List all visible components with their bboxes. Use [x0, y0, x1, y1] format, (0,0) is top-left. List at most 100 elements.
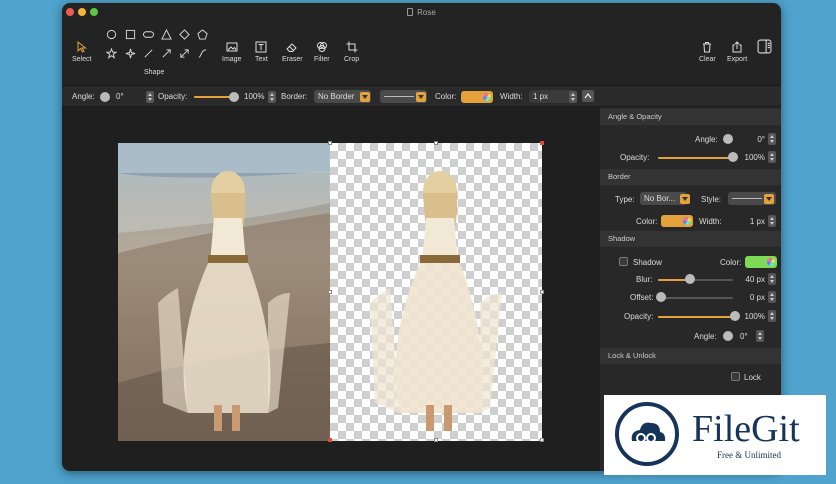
title-bar: Rose	[62, 3, 781, 21]
original-photo[interactable]	[118, 143, 330, 441]
resize-handle-left[interactable]	[328, 290, 332, 294]
panel-angle-dial[interactable]	[723, 134, 733, 144]
shadow-angle-stepper[interactable]	[756, 330, 764, 342]
blur-label: Blur:	[636, 275, 653, 284]
shadow-label: Shadow	[633, 258, 662, 267]
line-shape-icon[interactable]	[143, 48, 154, 59]
shadow-checkbox[interactable]	[619, 257, 628, 266]
angle-dial[interactable]	[100, 92, 110, 102]
angle-stepper[interactable]	[146, 91, 154, 103]
border-label: Border:	[281, 92, 308, 101]
offset-slider-knob[interactable]	[656, 292, 666, 302]
window-controls	[66, 8, 98, 16]
image-tool-button[interactable]: Image	[222, 41, 241, 63]
eraser-tool-button[interactable]: Eraser	[282, 41, 303, 63]
blur-stepper[interactable]	[768, 273, 776, 285]
resize-handle-bottom-right[interactable]	[540, 438, 544, 442]
crop-tool-button[interactable]: Crop	[344, 41, 359, 63]
border-section-header: Border	[600, 169, 781, 185]
shadow-color-label: Color:	[720, 258, 742, 267]
zoom-window-button[interactable]	[90, 8, 98, 16]
image-tool-label: Image	[222, 56, 242, 63]
blur-slider-knob[interactable]	[685, 274, 695, 284]
select-tool-button[interactable]: Select	[72, 41, 91, 63]
shadow-opacity-stepper[interactable]	[768, 310, 776, 322]
filegit-logo-icon	[615, 402, 679, 466]
color-picker-icon[interactable]	[483, 93, 491, 101]
pentagon-shape-icon[interactable]	[197, 29, 208, 40]
close-window-button[interactable]	[66, 8, 74, 16]
border-width-stepper[interactable]	[569, 91, 577, 103]
text-tool-label: Text	[255, 56, 268, 63]
panel-angle-label: Angle:	[695, 135, 718, 144]
canvas[interactable]	[62, 107, 600, 471]
resize-handle-top-right[interactable]	[540, 141, 544, 145]
shadow-opacity-field[interactable]: 100%	[735, 312, 765, 321]
export-button[interactable]: Export	[727, 41, 747, 63]
panel-border-width-field[interactable]: 1 px	[728, 217, 765, 226]
export-label: Export	[727, 56, 748, 63]
curve-shape-icon[interactable]	[197, 48, 208, 59]
minimize-window-button[interactable]	[78, 8, 86, 16]
panel-border-style-chevron-icon[interactable]	[764, 194, 774, 204]
blur-field[interactable]: 40 px	[735, 275, 765, 284]
text-tool-button[interactable]: Text	[255, 41, 268, 63]
filter-tool-button[interactable]: Filter	[314, 41, 330, 63]
opacity-field[interactable]: 100%	[240, 90, 266, 103]
eraser-tool-label: Eraser	[282, 56, 303, 63]
circle-shape-icon[interactable]	[106, 29, 117, 40]
border-select-chevron-icon[interactable]	[360, 92, 370, 102]
opacity-stepper[interactable]	[268, 91, 276, 103]
shadow-angle-field[interactable]: 0°	[740, 332, 748, 341]
clear-button[interactable]: Clear	[699, 41, 716, 63]
angle-field[interactable]: 0°	[112, 90, 144, 103]
panel-opacity-knob[interactable]	[728, 152, 738, 162]
shadow-angle-dial[interactable]	[723, 331, 733, 341]
line-style-preview	[384, 96, 414, 97]
panel-angle-field[interactable]: 0°	[740, 135, 765, 144]
resize-handle-top[interactable]	[434, 141, 438, 145]
offset-label: Offset:	[630, 293, 654, 302]
resize-handle-bottom[interactable]	[434, 438, 438, 442]
offset-stepper[interactable]	[768, 291, 776, 303]
lock-label: Lock	[744, 373, 761, 382]
border-type-chevron-icon[interactable]	[680, 194, 690, 204]
offset-field[interactable]: 0 px	[735, 293, 765, 302]
cursor-arrow-icon	[77, 41, 87, 53]
filter-icon	[316, 42, 327, 52]
resize-handle-right[interactable]	[540, 290, 544, 294]
panel-opacity-stepper[interactable]	[768, 151, 776, 163]
shadow-color-picker-icon[interactable]	[767, 258, 775, 266]
sparkle-shape-icon[interactable]	[125, 48, 136, 59]
properties-bar: Angle: 0° Opacity: 100% Border: No Borde…	[62, 85, 781, 107]
panel-line-style-preview	[732, 198, 762, 199]
panel-opacity-field[interactable]: 100%	[740, 153, 765, 162]
triangle-shape-icon[interactable]	[161, 29, 172, 40]
panel-color-picker-icon[interactable]	[683, 217, 691, 225]
border-color-label: Color:	[435, 92, 457, 101]
resize-handle-bottom-left[interactable]	[328, 438, 332, 442]
opacity-slider-fill	[194, 96, 234, 98]
arrow-shape-icon[interactable]	[161, 48, 172, 59]
blur-slider-fill	[658, 279, 688, 281]
double-arrow-shape-icon[interactable]	[179, 48, 190, 59]
square-shape-icon[interactable]	[125, 29, 136, 40]
resize-handle-top-left[interactable]	[328, 141, 332, 145]
document-icon	[407, 8, 414, 16]
opacity-slider-knob[interactable]	[229, 92, 239, 102]
crop-tool-label: Crop	[344, 56, 360, 63]
panel-angle-stepper[interactable]	[768, 133, 776, 145]
border-width-label: Width:	[500, 92, 523, 101]
panel-border-color-label: Color:	[636, 217, 658, 226]
star-shape-icon[interactable]	[106, 48, 117, 59]
sidebar-toggle-icon[interactable]	[757, 39, 772, 54]
panel-border-width-stepper[interactable]	[768, 215, 776, 227]
background-removed-photo[interactable]	[330, 143, 542, 441]
rounded-rect-shape-icon[interactable]	[143, 29, 154, 40]
cutout-woman-image	[370, 171, 502, 431]
lock-checkbox[interactable]	[731, 372, 740, 381]
diamond-shape-icon[interactable]	[179, 29, 190, 40]
border-style-chevron-icon[interactable]	[416, 92, 426, 102]
offset-slider-track[interactable]	[658, 297, 733, 299]
filegit-watermark: FileGit Free & Unlimited	[604, 395, 826, 475]
